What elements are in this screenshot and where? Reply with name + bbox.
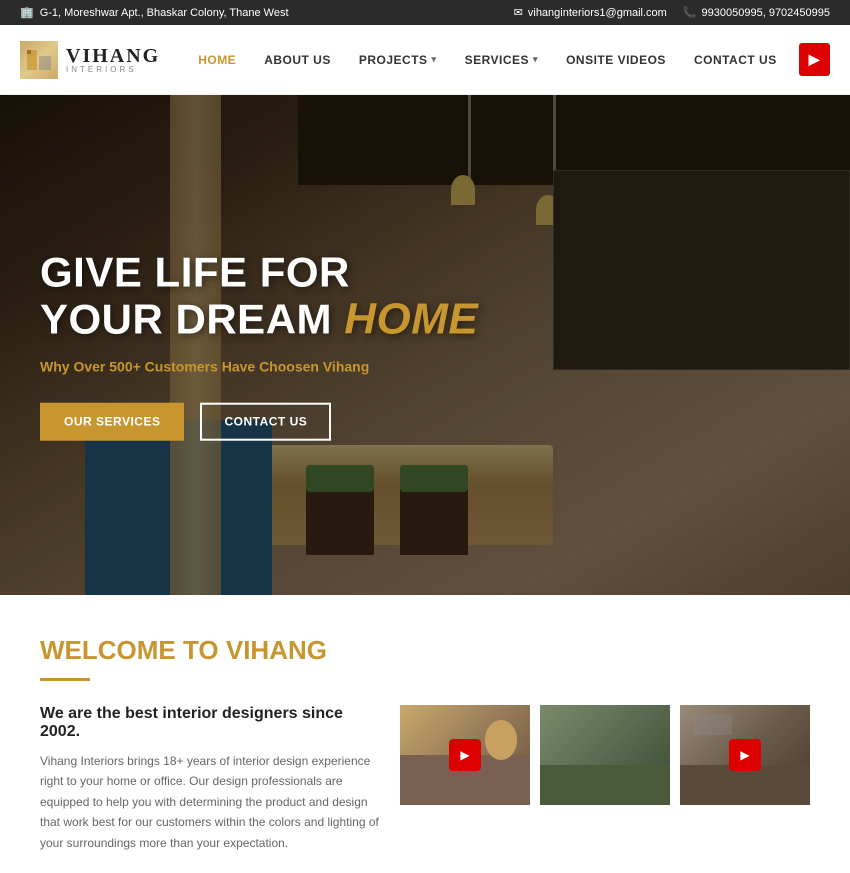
nav-item-youtube[interactable] [791, 43, 830, 76]
chevron-services: ▾ [533, 54, 538, 65]
youtube-icon [809, 51, 820, 68]
hero-sub-count: 500+ [109, 358, 141, 374]
hero-subtitle: Why Over 500+ Customers Have Choosen Vih… [40, 358, 478, 374]
nav-item-home[interactable]: HOME [184, 43, 250, 77]
brand-name: VIHANG [66, 45, 160, 67]
hero-content: GIVE LIFE FOR YOUR DREAM HOME Why Over 5… [40, 250, 478, 441]
hero-sub-suffix: Customers Have Choosen Vihang [141, 358, 369, 374]
welcome-img-bg-2 [540, 705, 670, 805]
logo-svg [25, 46, 53, 74]
play-button-1[interactable]: ▶ [449, 739, 481, 771]
welcome-title-prefix: WELCOME TO [40, 635, 226, 665]
welcome-image-3[interactable]: ▶ [680, 705, 810, 805]
top-bar: G-1, Moreshwar Apt., Bhaskar Colony, Tha… [0, 0, 850, 25]
welcome-title-brand: VIHANG [226, 635, 327, 665]
hero-title-highlight: HOME [344, 295, 478, 344]
nav-link-contact[interactable]: CONTACT US [680, 43, 791, 77]
hero-title-line2: YOUR DREAM [40, 296, 332, 343]
logo-text-wrap: VIHANG INTERIORS [66, 45, 160, 74]
welcome-title: WELCOME TO VIHANG [40, 635, 810, 666]
nav-links: HOME ABOUT US PROJECTS ▾ SERVICES ▾ ONSI… [184, 43, 830, 77]
nav-link-services[interactable]: SERVICES ▾ [451, 43, 553, 77]
nav-item-services[interactable]: SERVICES ▾ [451, 43, 553, 77]
top-bar-address: G-1, Moreshwar Apt., Bhaskar Colony, Tha… [20, 6, 289, 19]
address-text: G-1, Moreshwar Apt., Bhaskar Colony, Tha… [40, 7, 289, 19]
phone-icon [683, 6, 697, 19]
nav-link-projects[interactable]: PROJECTS ▾ [345, 43, 451, 77]
welcome-tagline: We are the best interior designers since… [40, 705, 380, 741]
chevron-projects: ▾ [432, 54, 437, 65]
welcome-images: ▶ ▶ [400, 705, 810, 805]
hero-sub-prefix: Why Over [40, 358, 109, 374]
our-services-button[interactable]: OUR SERVICES [40, 402, 184, 440]
nav-link-videos[interactable]: ONSITE VIDEOS [552, 43, 680, 77]
play-button-3[interactable]: ▶ [729, 739, 761, 771]
contact-us-button[interactable]: CONTACT US [200, 402, 331, 440]
welcome-image-2[interactable] [540, 705, 670, 805]
img1-clock [485, 720, 518, 760]
nav-link-youtube[interactable] [799, 43, 830, 76]
nav-link-about[interactable]: ABOUT US [250, 43, 345, 77]
hero-title-line1: GIVE LIFE FOR [40, 249, 350, 296]
img3-floor [680, 765, 810, 805]
welcome-underline [40, 678, 90, 681]
hero-buttons: OUR SERVICES CONTACT US [40, 402, 478, 440]
email-text: vihanginteriors1@gmail.com [528, 7, 667, 19]
email-icon [514, 6, 523, 19]
nav-link-home[interactable]: HOME [184, 43, 250, 77]
img3-ceiling [693, 715, 732, 735]
phone-text: 9930050995, 9702450995 [702, 7, 830, 19]
nav-item-contact[interactable]: CONTACT US [680, 43, 791, 77]
welcome-text-column: We are the best interior designers since… [40, 705, 380, 853]
top-bar-contacts: vihanginteriors1@gmail.com 9930050995, 9… [514, 6, 830, 19]
nav-item-about[interactable]: ABOUT US [250, 43, 345, 77]
top-bar-phone: 9930050995, 9702450995 [683, 6, 830, 19]
building-icon [20, 6, 34, 19]
logo-icon [20, 41, 58, 79]
welcome-description: Vihang Interiors brings 18+ years of int… [40, 751, 380, 853]
img2-floor [540, 765, 670, 805]
welcome-image-1[interactable]: ▶ [400, 705, 530, 805]
nav-item-projects[interactable]: PROJECTS ▾ [345, 43, 451, 77]
navbar: VIHANG INTERIORS HOME ABOUT US PROJECTS … [0, 25, 850, 95]
hero-title: GIVE LIFE FOR YOUR DREAM HOME [40, 250, 478, 345]
welcome-grid: We are the best interior designers since… [40, 705, 810, 853]
welcome-section: WELCOME TO VIHANG We are the best interi… [0, 595, 850, 873]
top-bar-email: vihanginteriors1@gmail.com [514, 6, 667, 19]
logo[interactable]: VIHANG INTERIORS [20, 41, 180, 79]
hero-section: GIVE LIFE FOR YOUR DREAM HOME Why Over 5… [0, 95, 850, 595]
nav-item-videos[interactable]: ONSITE VIDEOS [552, 43, 680, 77]
